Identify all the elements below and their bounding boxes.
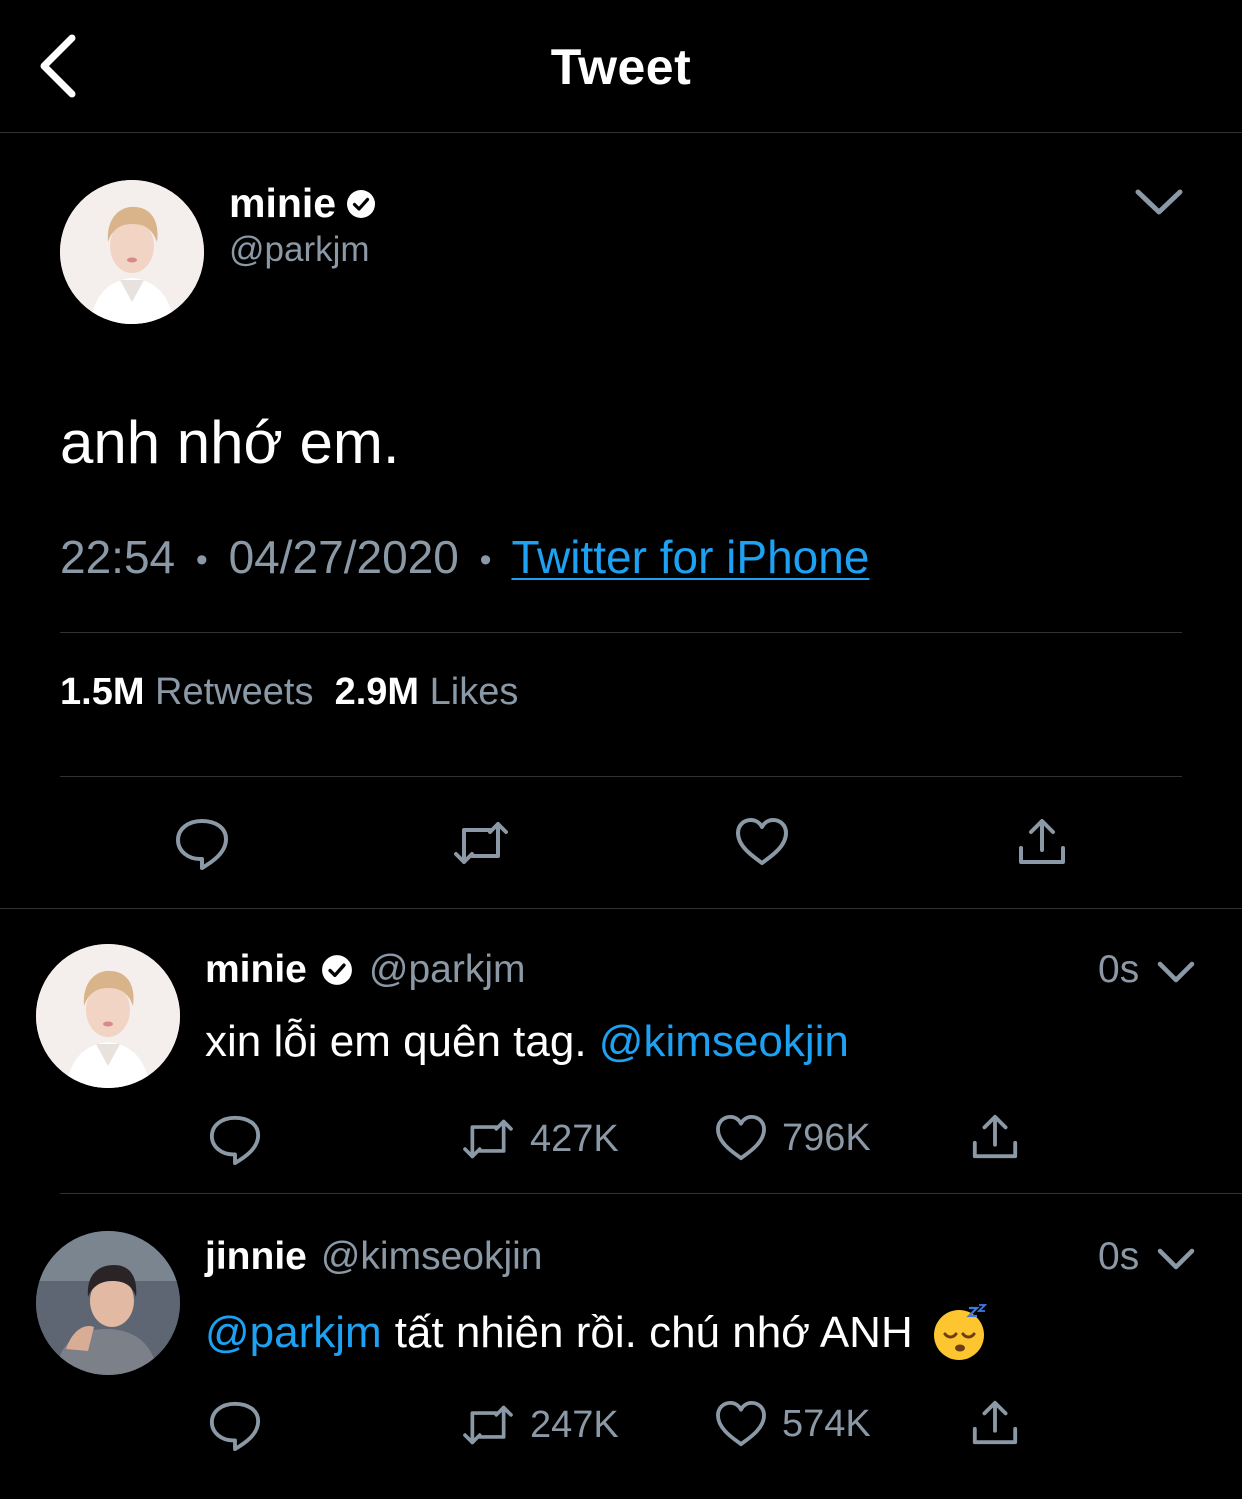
tweet-date: 04/27/2020 <box>228 531 459 583</box>
verified-badge-icon <box>346 189 376 219</box>
reply-author-name[interactable]: minie <box>205 948 307 992</box>
chevron-down-icon <box>1157 1248 1195 1270</box>
likes-count: 2.9M <box>334 671 420 713</box>
reply-avatar[interactable] <box>36 1231 180 1375</box>
share-icon <box>972 1400 1018 1445</box>
reply-text: @parkjm tất nhiên rồi. chú nhớ ANH <box>205 1304 989 1362</box>
divider <box>60 776 1182 777</box>
share-icon <box>1019 819 1065 864</box>
share-button[interactable] <box>1016 816 1068 868</box>
sleeping-face-emoji-icon <box>931 1304 989 1362</box>
retweets-stat[interactable]: 1.5M Retweets <box>60 671 313 713</box>
chevron-down-icon <box>1135 189 1183 215</box>
meta-separator: • <box>479 541 492 580</box>
reply-icon <box>176 819 228 870</box>
like-button[interactable] <box>734 817 790 867</box>
section-divider <box>0 908 1242 909</box>
like-button[interactable]: 574K <box>714 1400 871 1448</box>
reply-button[interactable] <box>208 1112 262 1166</box>
retweet-button[interactable]: 427K <box>460 1116 619 1162</box>
reply-header: minie @parkjm <box>205 948 525 992</box>
divider <box>60 632 1182 633</box>
heart-icon <box>716 1114 766 1161</box>
likes-stat[interactable]: 2.9M Likes <box>335 671 519 713</box>
retweet-button[interactable]: 247K <box>460 1402 619 1448</box>
heart-icon <box>736 818 788 865</box>
reply-avatar[interactable] <box>36 944 180 1088</box>
reply-text-body: tất nhiên rồi. chú nhớ ANH <box>394 1308 913 1357</box>
divider <box>60 1193 1242 1194</box>
avatar[interactable] <box>60 180 204 324</box>
like-count: 796K <box>782 1116 871 1159</box>
meta-separator: • <box>195 541 208 580</box>
heart-icon <box>716 1400 766 1447</box>
like-count: 574K <box>782 1402 871 1445</box>
reply-text-body: xin lỗi em quên tag. <box>205 1017 587 1066</box>
author-name[interactable]: minie <box>229 180 376 227</box>
like-button[interactable]: 796K <box>714 1114 871 1162</box>
retweet-count: 427K <box>530 1117 619 1160</box>
retweet-count: 247K <box>530 1403 619 1446</box>
share-icon <box>972 1114 1018 1159</box>
mention-link[interactable]: @parkjm <box>205 1308 382 1358</box>
share-button[interactable] <box>970 1398 1020 1448</box>
reply-author-handle[interactable]: @parkjm <box>369 948 526 992</box>
retweets-label: Retweets <box>155 671 314 713</box>
retweet-icon <box>454 822 508 864</box>
reply-author-name[interactable]: jinnie <box>205 1235 307 1279</box>
tweet-stats: 1.5M Retweets 2.9M Likes <box>60 671 518 714</box>
author-name-text: minie <box>229 180 337 226</box>
tweet-meta: 22:54 • 04/27/2020 • Twitter for iPhone <box>60 530 869 584</box>
header-divider <box>0 132 1242 133</box>
verified-badge-icon <box>321 954 353 986</box>
reply-time: 0s <box>1098 948 1140 991</box>
reply-header: jinnie @kimseokjin <box>205 1235 543 1279</box>
reply-options-button[interactable] <box>1156 1245 1196 1273</box>
reply-icon <box>209 1401 261 1452</box>
reply-button[interactable] <box>174 815 230 871</box>
reply-icon <box>209 1115 261 1166</box>
likes-label: Likes <box>429 671 519 713</box>
reply-time: 0s <box>1098 1235 1140 1278</box>
tweet-source-link[interactable]: Twitter for iPhone <box>511 531 869 583</box>
retweet-icon <box>463 1119 513 1159</box>
reply-options-button[interactable] <box>1156 958 1196 986</box>
tweet-time: 22:54 <box>60 531 176 583</box>
author-handle[interactable]: @parkjm <box>229 230 370 270</box>
tweet-text: anh nhớ em. <box>60 409 400 476</box>
reply-author-handle[interactable]: @kimseokjin <box>321 1235 543 1279</box>
mention-link[interactable]: @kimseokjin <box>599 1017 849 1066</box>
chevron-down-icon <box>1157 961 1195 983</box>
page-title: Tweet <box>550 39 692 95</box>
tweet-options-button[interactable] <box>1133 183 1185 219</box>
retweet-icon <box>463 1405 513 1445</box>
share-button[interactable] <box>970 1112 1020 1162</box>
reply-button[interactable] <box>208 1398 262 1452</box>
reply-text: xin lỗi em quên tag. @kimseokjin <box>205 1017 849 1067</box>
retweet-button[interactable] <box>452 818 510 868</box>
retweets-count: 1.5M <box>60 671 145 713</box>
